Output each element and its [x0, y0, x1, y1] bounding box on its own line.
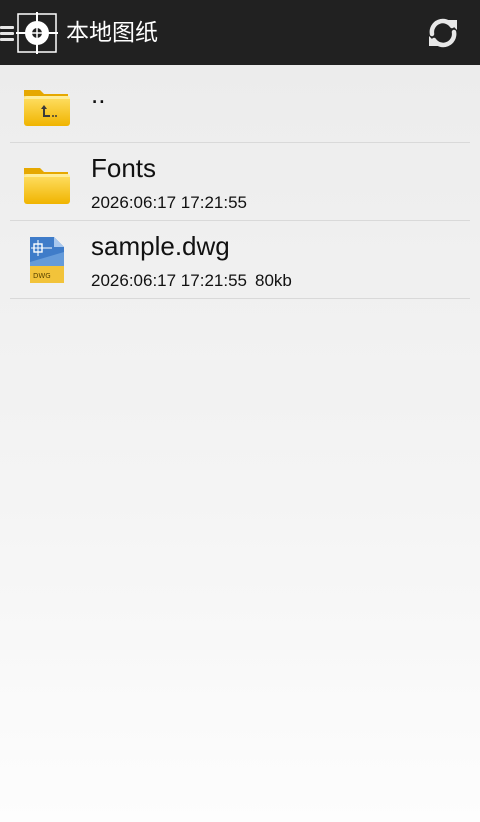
dwg-badge: DWG [33, 272, 51, 280]
divider [10, 298, 470, 299]
app-bar: 本地图纸 [0, 0, 480, 65]
file-name: .. [91, 79, 106, 109]
list-item-parent-folder[interactable]: .. [0, 65, 480, 143]
list-item-sample-dwg[interactable]: DWG sample.dwg 2026:06:17 17:21:55 80kb [0, 221, 480, 299]
page-title: 本地图纸 [66, 20, 158, 46]
dwg-file-icon: DWG [30, 237, 64, 283]
file-date: 2026:06:17 17:21:55 [91, 193, 247, 212]
refresh-icon[interactable] [424, 14, 462, 52]
file-meta: 2026:06:17 17:21:55 80kb [91, 271, 292, 291]
file-date: 2026:06:17 17:21:55 [91, 271, 247, 290]
file-list: .. Fonts 2026:06:17 17:21:55 DWG sample.… [0, 65, 480, 299]
folder-up-icon [24, 90, 70, 126]
crosshair-logo-icon[interactable] [16, 12, 58, 54]
file-name: sample.dwg [91, 231, 230, 261]
file-name: Fonts [91, 153, 157, 183]
menu-icon[interactable] [0, 24, 14, 42]
folder-icon [24, 168, 70, 204]
list-item-fonts[interactable]: Fonts 2026:06:17 17:21:55 [0, 143, 480, 221]
file-size: 80kb [254, 271, 292, 290]
